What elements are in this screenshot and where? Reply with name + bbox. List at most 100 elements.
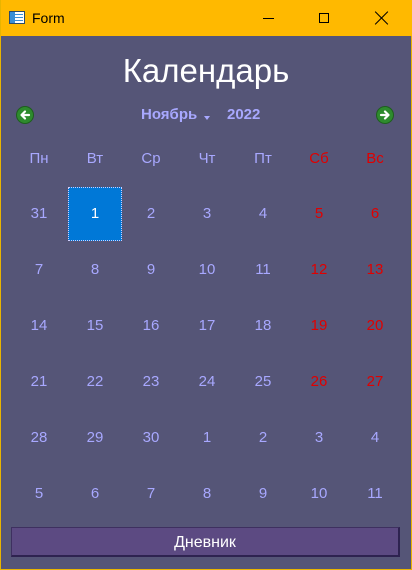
diary-button[interactable]: Дневник <box>11 527 400 557</box>
day-number: 5 <box>34 485 44 502</box>
calendar-day[interactable]: 1 <box>179 410 235 466</box>
weekday-label: Ср <box>141 150 161 167</box>
window-title: Form <box>32 10 65 26</box>
calendar-day[interactable]: 15 <box>67 298 123 354</box>
calendar-day[interactable]: 6 <box>347 186 403 242</box>
day-number: 14 <box>30 317 48 334</box>
day-number: 8 <box>90 261 100 278</box>
day-number: 6 <box>370 205 380 222</box>
maximize-button[interactable] <box>301 0 347 36</box>
day-number: 12 <box>310 261 328 278</box>
day-number: 7 <box>146 485 156 502</box>
weekday-label: Пн <box>29 150 49 167</box>
calendar-day[interactable]: 30 <box>123 410 179 466</box>
calendar-day[interactable]: 18 <box>235 298 291 354</box>
day-number: 18 <box>254 317 272 334</box>
year-spinbox[interactable]: 2022 <box>227 106 260 123</box>
day-number: 4 <box>258 205 268 222</box>
day-number: 28 <box>30 429 48 446</box>
calendar-day[interactable]: 13 <box>347 242 403 298</box>
day-number: 13 <box>366 261 384 278</box>
day-number: 3 <box>202 205 212 222</box>
calendar-day[interactable]: 22 <box>67 354 123 410</box>
calendar-day[interactable]: 17 <box>179 298 235 354</box>
day-number: 9 <box>258 485 268 502</box>
weekday-label: Вт <box>86 150 104 167</box>
calendar-day[interactable]: 7 <box>11 242 67 298</box>
calendar-day[interactable]: 9 <box>235 466 291 522</box>
day-number: 9 <box>146 261 156 278</box>
day-number: 3 <box>314 429 324 446</box>
month-dropdown[interactable]: Ноябрь <box>141 106 197 123</box>
calendar-day[interactable]: 8 <box>67 242 123 298</box>
calendar-day[interactable]: 2 <box>235 410 291 466</box>
day-number: 26 <box>310 373 328 390</box>
calendar-day[interactable]: 27 <box>347 354 403 410</box>
weekday-label: Чт <box>198 150 216 167</box>
calendar-day[interactable]: 8 <box>179 466 235 522</box>
day-number: 20 <box>366 317 384 334</box>
calendar-day[interactable]: 11 <box>235 242 291 298</box>
calendar-day[interactable]: 29 <box>67 410 123 466</box>
calendar-day[interactable]: 24 <box>179 354 235 410</box>
calendar-day[interactable]: 3 <box>179 186 235 242</box>
calendar-day[interactable]: 4 <box>347 410 403 466</box>
calendar-day[interactable]: 16 <box>123 298 179 354</box>
day-number: 22 <box>86 373 104 390</box>
calendar-day[interactable]: 2 <box>123 186 179 242</box>
day-number: 5 <box>314 205 324 222</box>
day-number: 10 <box>198 261 216 278</box>
weekday-label: Сб <box>309 150 329 167</box>
day-number: 29 <box>86 429 104 446</box>
weekday-label: Вс <box>366 150 384 167</box>
calendar-day[interactable]: 9 <box>123 242 179 298</box>
day-number: 17 <box>198 317 216 334</box>
calendar-day[interactable]: 19 <box>291 298 347 354</box>
maximize-icon <box>319 13 329 23</box>
calendar-day[interactable]: 12 <box>291 242 347 298</box>
close-icon <box>375 11 389 25</box>
calendar-day[interactable]: 6 <box>67 466 123 522</box>
calendar-day[interactable]: 1 <box>67 186 123 242</box>
day-number: 10 <box>310 485 328 502</box>
day-number: 30 <box>142 429 160 446</box>
calendar-day[interactable]: 20 <box>347 298 403 354</box>
day-number: 1 <box>90 205 100 222</box>
form-window: Form Календарь Ноябрь 2022 Пн Вт Ср Чт Пт Сб В… <box>0 0 412 570</box>
calendar-day[interactable]: 21 <box>11 354 67 410</box>
arrow-right-icon <box>379 110 390 120</box>
calendar-day[interactable]: 11 <box>347 466 403 522</box>
weekday-label: Пт <box>254 150 272 167</box>
day-number: 19 <box>310 317 328 334</box>
previous-month-button[interactable] <box>16 106 34 124</box>
close-button[interactable] <box>359 0 405 36</box>
day-number: 6 <box>90 485 100 502</box>
day-number: 11 <box>255 261 271 278</box>
calendar-day[interactable]: 3 <box>291 410 347 466</box>
calendar-day[interactable]: 7 <box>123 466 179 522</box>
calendar-day[interactable]: 28 <box>11 410 67 466</box>
calendar-day[interactable]: 26 <box>291 354 347 410</box>
calendar-day[interactable]: 10 <box>291 466 347 522</box>
calendar-day[interactable]: 25 <box>235 354 291 410</box>
calendar-day[interactable]: 10 <box>179 242 235 298</box>
calendar-day[interactable]: 4 <box>235 186 291 242</box>
day-number: 24 <box>198 373 216 390</box>
day-number: 31 <box>30 205 48 222</box>
day-number: 4 <box>370 429 380 446</box>
day-number: 15 <box>86 317 104 334</box>
calendar-day[interactable]: 14 <box>11 298 67 354</box>
day-number: 2 <box>146 205 156 222</box>
calendar-day[interactable]: 23 <box>123 354 179 410</box>
calendar-day[interactable]: 5 <box>11 466 67 522</box>
title-bar[interactable]: Form <box>1 0 412 36</box>
minimize-button[interactable] <box>245 0 291 36</box>
chevron-down-icon[interactable] <box>204 116 210 120</box>
day-number: 25 <box>254 373 272 390</box>
arrow-left-icon <box>20 110 31 120</box>
day-number: 21 <box>30 373 48 390</box>
day-number: 27 <box>366 373 384 390</box>
calendar-day[interactable]: 31 <box>11 186 67 242</box>
calendar-day[interactable]: 5 <box>291 186 347 242</box>
next-month-button[interactable] <box>376 106 394 124</box>
